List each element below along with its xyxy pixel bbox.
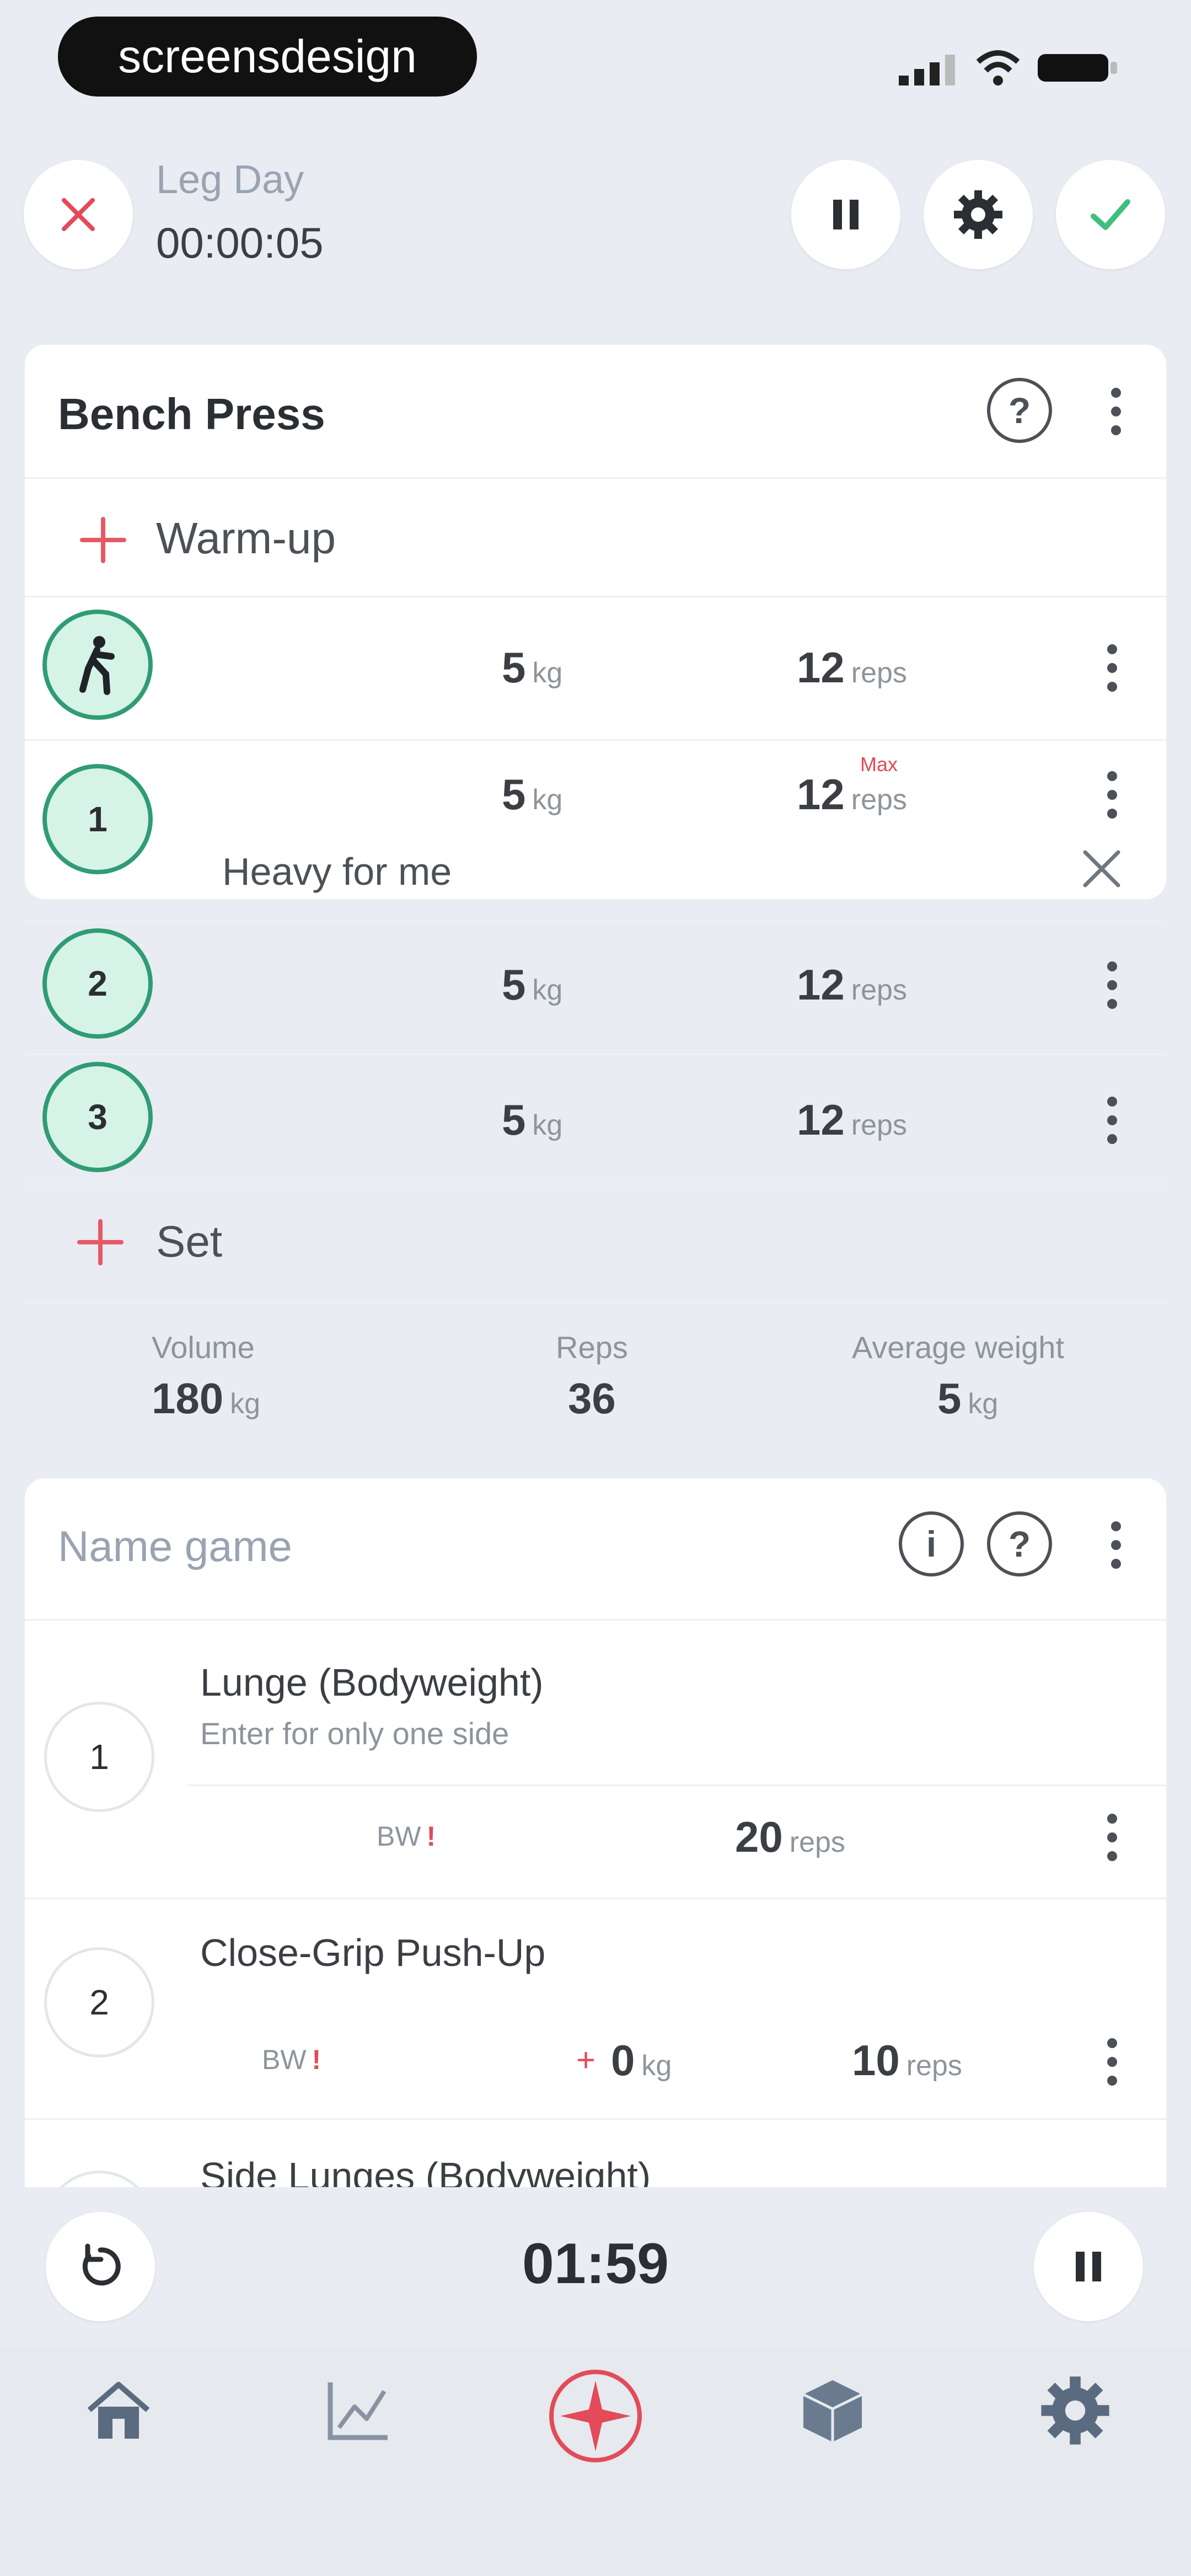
summary-volume-value: 180 kg	[152, 1374, 261, 1423]
exercise-number-1: 1	[44, 1702, 154, 1812]
exercise-item-hint: Enter for only one side	[200, 1716, 509, 1751]
set-weight[interactable]: 5 kg	[502, 1095, 562, 1145]
set-reps[interactable]: 12 reps	[797, 960, 907, 1010]
summary-reps-value: 36	[568, 1374, 616, 1423]
battery-icon	[1037, 51, 1119, 84]
exercise-item-name[interactable]: Close-Grip Push-Up	[200, 1931, 545, 1975]
extra-weight-plus: +	[576, 2041, 596, 2078]
divider	[25, 1183, 1166, 1185]
set-reps[interactable]: 12 reps	[797, 643, 907, 693]
extra-weight[interactable]: 0 kg	[611, 2035, 672, 2086]
rest-timer-bar: 01:59	[0, 2187, 1191, 2347]
add-set-label[interactable]: Set	[156, 1216, 222, 1267]
divider	[25, 739, 1166, 741]
workout-compass-icon	[549, 2370, 642, 2462]
close-workout-button[interactable]	[24, 160, 133, 269]
workout-timer: 00:00:05	[156, 218, 324, 267]
wifi-icon	[976, 49, 1020, 87]
divider	[25, 1619, 1166, 1621]
divider	[25, 1054, 1166, 1055]
help-icon[interactable]: ?	[987, 1511, 1052, 1576]
brand-text: screensdesign	[118, 30, 417, 82]
set-weight[interactable]: 5 kg	[502, 960, 562, 1010]
set-note[interactable]: Heavy for me	[222, 849, 452, 894]
workout-title: Leg Day	[156, 158, 304, 202]
add-warmup-icon[interactable]	[80, 517, 126, 563]
item-reps[interactable]: 20 reps	[735, 1812, 845, 1862]
exercise-menu-button[interactable]	[1111, 388, 1122, 444]
nav-workout[interactable]	[546, 2366, 645, 2466]
set-badge-3[interactable]: 3	[42, 1062, 153, 1172]
summary-reps-label: Reps	[556, 1330, 628, 1365]
cube-icon	[802, 2380, 863, 2442]
gear-icon	[954, 190, 1002, 239]
exercise-item-name[interactable]: Lunge (Bodyweight)	[200, 1660, 544, 1704]
nav-statistics[interactable]	[323, 2375, 394, 2446]
add-warmup-label[interactable]: Warm-up	[156, 513, 336, 564]
set-menu-button[interactable]	[1107, 1097, 1118, 1153]
home-icon	[87, 2382, 150, 2439]
summary-avg-label: Average weight	[852, 1330, 1064, 1365]
finish-workout-button[interactable]	[1056, 160, 1165, 269]
item-reps[interactable]: 10 reps	[852, 2035, 962, 2086]
pause-icon	[1076, 2252, 1101, 2281]
divider	[25, 2118, 1166, 2120]
signal-icon	[899, 52, 959, 85]
set-badge-1[interactable]: 1	[42, 764, 153, 874]
exercise-number-2: 2	[44, 1947, 154, 2057]
chart-icon	[328, 2382, 388, 2440]
close-icon	[62, 198, 95, 231]
pause-workout-button[interactable]	[791, 160, 900, 269]
set-badge-2[interactable]: 2	[42, 928, 153, 1039]
nav-library[interactable]	[797, 2375, 868, 2446]
item-menu-button[interactable]	[1107, 1814, 1118, 1870]
superset-name[interactable]: Name game	[58, 1521, 292, 1572]
set-weight[interactable]: 5 kg	[502, 769, 562, 820]
nav-settings[interactable]	[1037, 2372, 1114, 2449]
bodyweight-label[interactable]: BW!	[377, 1820, 436, 1852]
bottom-navigation	[0, 2347, 1191, 2576]
add-set-icon[interactable]	[77, 1219, 124, 1265]
checkmark-icon	[1091, 199, 1130, 230]
set-menu-button[interactable]	[1107, 771, 1118, 827]
gear-icon	[1041, 2376, 1109, 2445]
nav-home[interactable]	[83, 2375, 154, 2446]
divider	[25, 596, 1166, 597]
status-bar: screensdesign	[0, 0, 1191, 110]
divider	[25, 1898, 1166, 1899]
exercise-name[interactable]: Bench Press	[58, 389, 325, 440]
summary-volume-label: Volume	[152, 1330, 255, 1365]
brand-pill: screensdesign	[58, 17, 477, 97]
divider	[25, 1302, 1166, 1303]
divider	[25, 921, 1166, 923]
remove-note-icon[interactable]	[1080, 847, 1124, 891]
pause-timer-button[interactable]	[1034, 2212, 1143, 2321]
warmup-set-badge[interactable]	[42, 610, 153, 720]
pause-icon	[833, 200, 859, 229]
rest-timer-value: 01:59	[522, 2232, 669, 2296]
divider	[25, 477, 1166, 479]
bodyweight-label[interactable]: BW!	[262, 2044, 321, 2076]
summary-avg-value: 5 kg	[937, 1374, 999, 1423]
superset-card: Name game i ?	[25, 1478, 1166, 2251]
set-reps[interactable]: 12 reps	[797, 769, 907, 820]
info-glyph: i	[926, 1524, 937, 1564]
workout-settings-button[interactable]	[924, 160, 1033, 269]
set-menu-button[interactable]	[1107, 961, 1118, 1018]
set-menu-button[interactable]	[1107, 644, 1118, 701]
set-reps[interactable]: 12 reps	[797, 1095, 907, 1145]
item-menu-button[interactable]	[1107, 2038, 1118, 2094]
help-glyph: ?	[1008, 390, 1031, 431]
exercise-card-bench-press: Bench Press ? Warm-up	[25, 345, 1166, 899]
info-icon[interactable]: i	[899, 1511, 964, 1576]
divider	[187, 1784, 1166, 1786]
help-icon[interactable]: ?	[987, 378, 1052, 443]
superset-menu-button[interactable]	[1111, 1521, 1122, 1578]
set-weight[interactable]: 5 kg	[502, 643, 562, 693]
warmup-figure-icon	[79, 636, 115, 695]
help-glyph: ?	[1008, 1524, 1031, 1564]
